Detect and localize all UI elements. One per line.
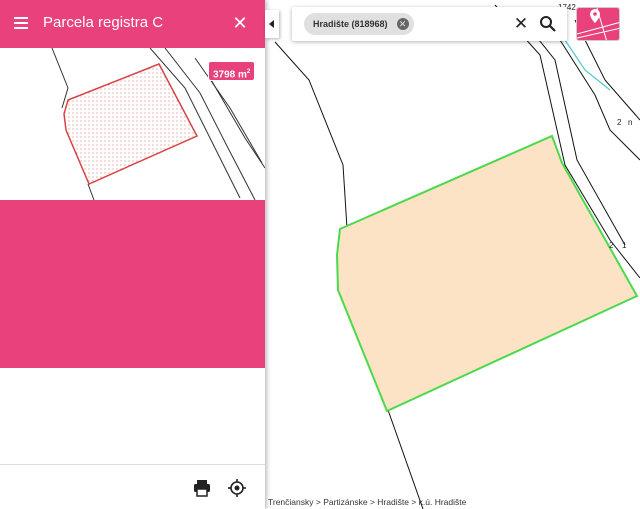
parcel-panel: Parcela registra C ✕ 3798 m2	[0, 0, 265, 509]
area-unit-sup: 2	[246, 69, 251, 75]
map-line-5	[559, 39, 640, 161]
gps-locate-icon[interactable]	[227, 478, 247, 498]
area-value: 3798 m	[213, 69, 247, 81]
map-label-1: 2	[617, 118, 622, 127]
map-label-4: 1	[622, 241, 627, 250]
print-icon[interactable]	[192, 479, 212, 497]
search-chip[interactable]: Hradište (818968) ✕	[304, 13, 414, 35]
map-label-3: 2	[609, 241, 614, 250]
panel-title: Parcela registra C	[43, 14, 164, 31]
map-layer-icon[interactable]	[576, 7, 620, 41]
close-icon[interactable]: ✕	[230, 12, 250, 34]
search-chip-label: Hradište (818968)	[313, 19, 388, 29]
preview-line-6	[87, 183, 95, 200]
breadcrumb: Trenčiansky > Partizánske > Hradište > k…	[268, 497, 467, 507]
clear-search-button[interactable]: ✕	[512, 14, 530, 34]
chip-remove-icon[interactable]: ✕	[396, 18, 409, 30]
search-icon[interactable]	[539, 15, 557, 33]
map-canvas[interactable]: 1742 2 n 2 1	[265, 0, 640, 509]
preview-line-1	[51, 48, 69, 109]
collapse-panel-button[interactable]	[265, 10, 279, 38]
menu-icon[interactable]	[14, 15, 32, 33]
app-root: 1742 2 n 2 1 Parcela registra C ✕	[0, 0, 640, 509]
map-line-2	[387, 409, 424, 509]
search-bar[interactable]: Hradište (818968) ✕ ✕	[292, 7, 567, 41]
panel-footer	[0, 464, 265, 509]
area-badge: 3798 m2	[208, 61, 256, 81]
selected-parcel	[335, 134, 639, 413]
map-line-1	[274, 41, 348, 229]
map-label-2: n	[628, 118, 633, 127]
map-drawing	[274, 4, 640, 509]
panel-header: Parcela registra C ✕	[0, 0, 265, 48]
preview-parcel	[63, 63, 199, 185]
info-block	[0, 200, 265, 368]
